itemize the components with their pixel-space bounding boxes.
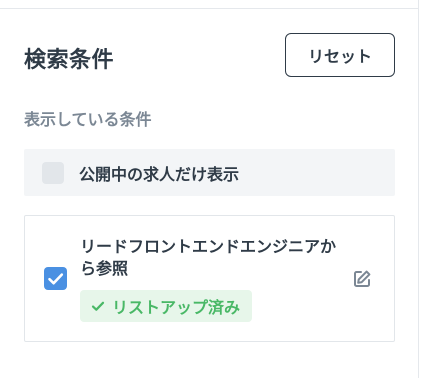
edit-icon[interactable] [351, 268, 373, 290]
public-only-label: 公開中の求人だけ表示 [79, 164, 240, 184]
public-only-checkbox[interactable] [42, 161, 64, 184]
search-conditions-title: 検索条件 [24, 48, 115, 73]
condition-name: リードフロントエンドエンジニアから参照 [80, 237, 337, 278]
reset-button[interactable]: リセット [285, 33, 395, 77]
condition-checkbox[interactable] [44, 267, 67, 290]
check-icon [48, 273, 64, 285]
top-divider [0, 8, 418, 9]
public-only-filter[interactable]: 公開中の求人だけ表示 [24, 149, 395, 196]
right-divider [418, 0, 419, 378]
status-label: リストアップ済み [112, 298, 241, 317]
check-icon [91, 301, 105, 311]
displayed-conditions-label: 表示している条件 [24, 110, 152, 129]
status-badge: リストアップ済み [80, 290, 253, 322]
condition-card: リードフロントエンドエンジニアから参照 リストアップ済み [24, 215, 395, 342]
